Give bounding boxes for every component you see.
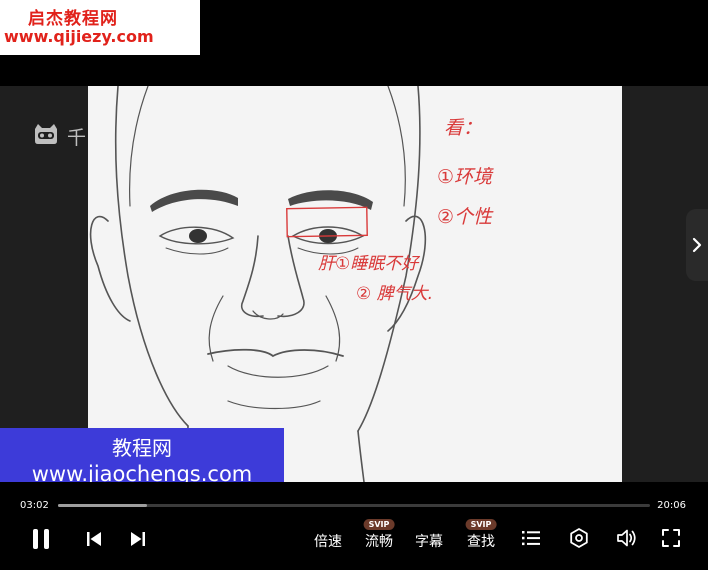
speed-button[interactable]: 倍速 xyxy=(314,531,342,551)
settings-icon xyxy=(570,528,588,548)
quality-label: 流畅 xyxy=(365,534,393,550)
watermark-url: www.qijiezy.com xyxy=(4,27,154,46)
subtitle-button[interactable]: 字幕 xyxy=(415,531,443,551)
pause-button[interactable] xyxy=(31,528,51,554)
settings-button[interactable] xyxy=(569,528,589,552)
pause-icon xyxy=(33,529,49,549)
quality-svip-badge: SVIP xyxy=(363,519,395,530)
volume-button[interactable] xyxy=(616,528,638,552)
banner-title: 教程网 xyxy=(112,436,172,460)
search-label: 查找 xyxy=(467,534,495,550)
playlist-icon xyxy=(522,531,540,546)
next-button[interactable] xyxy=(130,531,146,551)
volume-icon xyxy=(617,529,636,547)
channel-logo: 千 xyxy=(33,121,93,149)
annotation-line-2: ①环境 xyxy=(437,166,494,188)
annotation-line-1: 看： xyxy=(444,117,482,139)
previous-button[interactable] xyxy=(86,531,102,551)
search-svip-badge: SVIP xyxy=(465,519,497,530)
watermark-title: 启杰教程网 xyxy=(28,9,118,29)
player-controls: 03:02 20:06 倍速 SVIP 流畅 字幕 SVIP 查找 xyxy=(0,482,708,570)
fullscreen-button[interactable] xyxy=(662,529,680,551)
chevron-right-icon xyxy=(692,237,702,253)
annotation-line-5: ② 脾气大. xyxy=(356,284,433,304)
annotation-line-3: ②个性 xyxy=(437,206,494,228)
watermark: 启杰教程网 www.qijiezy.com xyxy=(0,0,200,55)
total-time: 20:06 xyxy=(657,500,686,511)
channel-logo-text: 千 xyxy=(67,127,87,149)
previous-icon xyxy=(87,532,101,546)
face-sketch: 看： ①环境 ②个性 肝①睡眠不好 ② 脾气大. xyxy=(89,86,494,482)
next-icon xyxy=(131,532,145,546)
current-time: 03:02 xyxy=(20,500,49,511)
video-frame: 看： ①环境 ②个性 肝①睡眠不好 ② 脾气大. xyxy=(88,86,622,482)
progress-bar[interactable] xyxy=(58,504,650,507)
playlist-button[interactable] xyxy=(522,530,540,550)
fullscreen-icon xyxy=(662,529,680,547)
search-button[interactable]: SVIP 查找 xyxy=(465,519,497,551)
annotation-line-4: 肝①睡眠不好 xyxy=(318,254,420,274)
next-video-arrow[interactable] xyxy=(686,209,708,281)
progress-fill xyxy=(58,504,148,507)
quality-button[interactable]: SVIP 流畅 xyxy=(363,519,395,551)
cat-logo-icon xyxy=(35,124,57,144)
